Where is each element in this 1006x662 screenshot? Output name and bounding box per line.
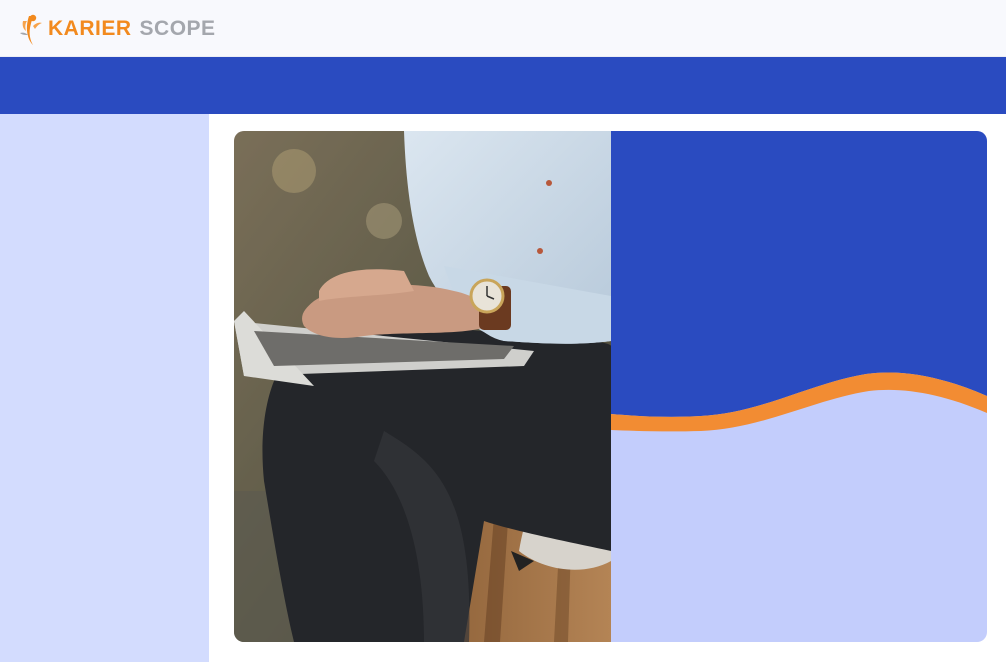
top-navbar: KARIER SCOPE (0, 0, 1006, 57)
hero-card (234, 131, 987, 642)
brand-name-part2: SCOPE (139, 17, 216, 40)
logo-icon (20, 14, 42, 45)
hero-wave-illustration (611, 131, 987, 642)
brand-logo[interactable]: KARIER SCOPE (17, 12, 216, 46)
header-banner (0, 57, 1006, 114)
hero-photo-person-laptop (234, 131, 611, 642)
sidebar (0, 114, 209, 662)
brand-name-part1: KARIER (48, 17, 132, 40)
brand-name: KARIER SCOPE (48, 12, 216, 46)
